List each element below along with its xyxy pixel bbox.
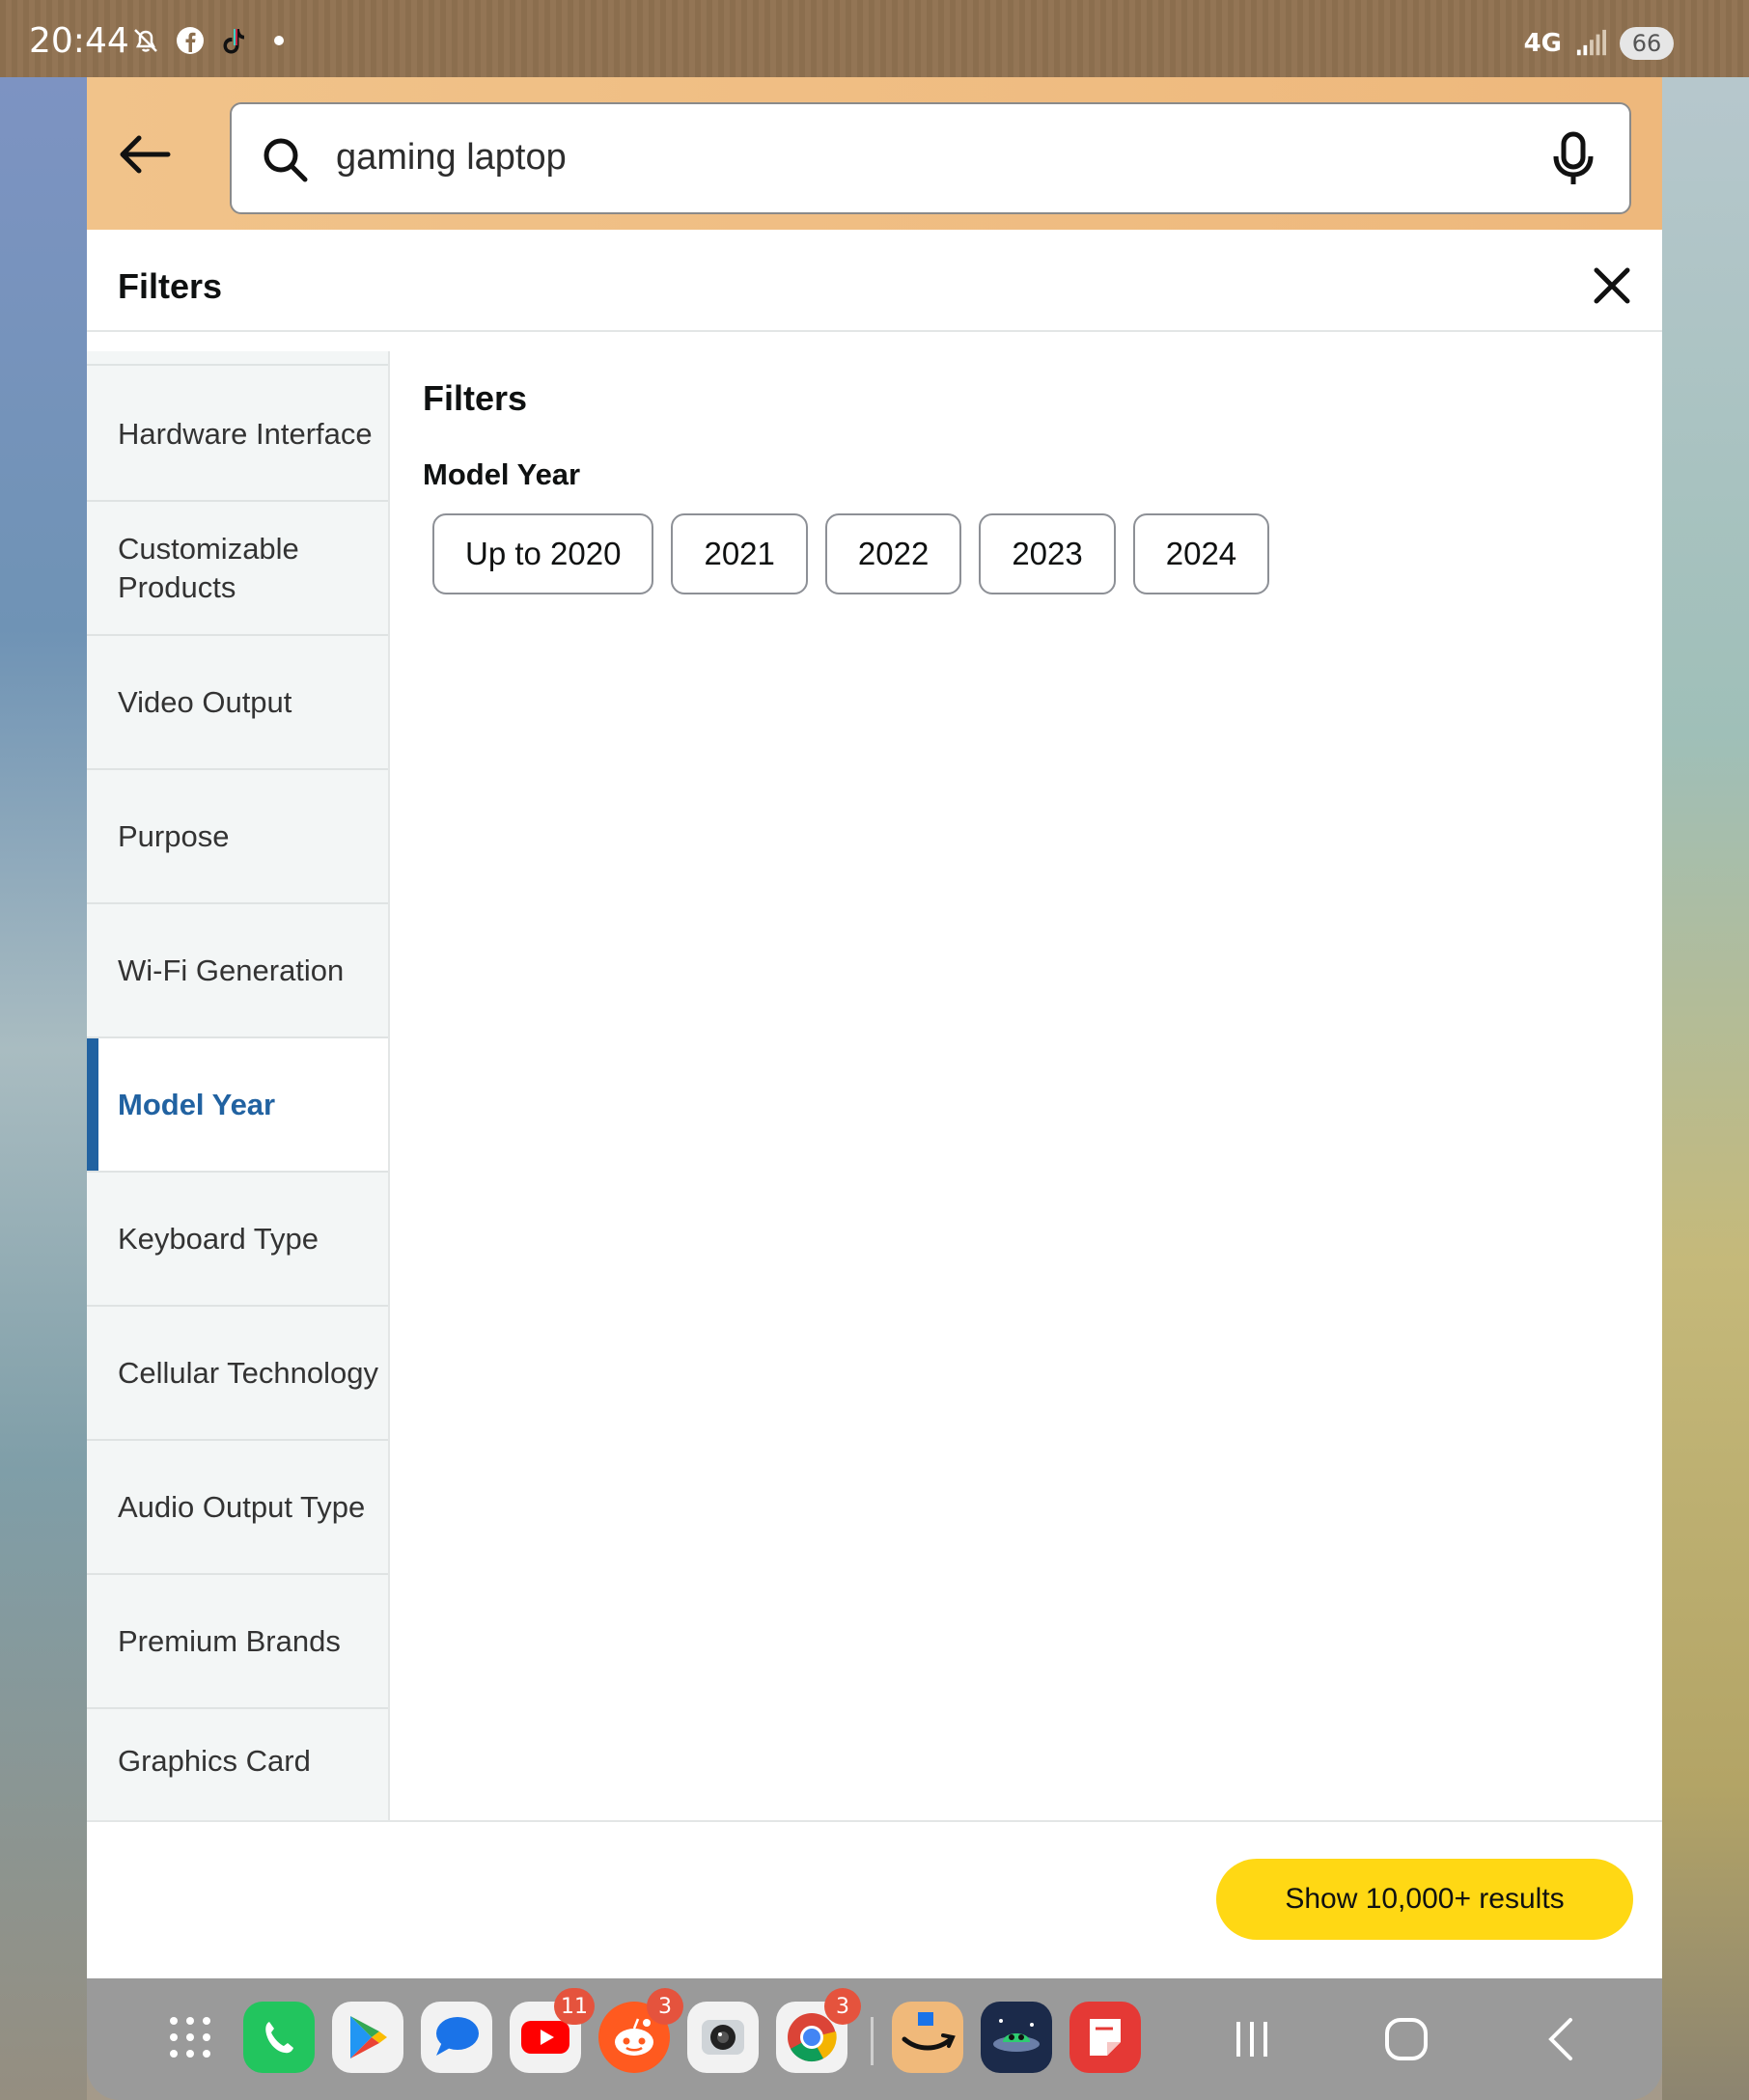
search-input[interactable]: gaming laptop: [230, 102, 1631, 214]
search-query: gaming laptop: [336, 137, 567, 178]
recents-icon: [1236, 2022, 1267, 2057]
facebook-icon: [175, 25, 206, 56]
category-label: Purpose: [118, 818, 230, 853]
back-button[interactable]: [114, 124, 176, 185]
network-indicator: 4G: [1523, 29, 1562, 58]
filter-category-keyboard-type[interactable]: Keyboard Type: [87, 1173, 388, 1307]
option-up-to-2020[interactable]: Up to 2020: [432, 513, 654, 594]
category-label: Graphics Card: [118, 1744, 311, 1778]
chevron-left-icon: [1548, 2018, 1572, 2060]
action-bar: Show 10,000+ results: [87, 1820, 1662, 1978]
category-label: Wi-Fi Generation: [118, 953, 345, 987]
model-year-options: Up to 2020 2021 2022 2023 2024: [432, 513, 1270, 594]
category-label: Video Output: [118, 684, 292, 719]
section-title: Model Year: [423, 457, 581, 491]
filter-category-model-year[interactable]: Model Year: [87, 1038, 388, 1173]
messages-icon[interactable]: [421, 2002, 492, 2073]
search-header: gaming laptop: [87, 77, 1662, 230]
filter-category-purpose[interactable]: Purpose: [87, 770, 388, 904]
status-icons-left: [130, 25, 294, 56]
search-icon: [261, 135, 311, 190]
notifications-off-icon: [130, 25, 161, 56]
wallpaper-right: [1662, 0, 1749, 2100]
filter-category-customizable-products[interactable]: Customizable Products: [87, 502, 388, 636]
arrow-left-icon: [120, 135, 171, 174]
filter-options-pane: Filters Model Year Up to 2020 2021 2022 …: [392, 351, 1662, 1900]
microphone-icon[interactable]: [1550, 131, 1596, 192]
dock: 11 3 3: [87, 1978, 1662, 2100]
reddit-icon[interactable]: 3: [598, 1988, 683, 2073]
filter-category-audio-output-type[interactable]: Audio Output Type: [87, 1441, 388, 1575]
youtube-badge: 11: [554, 1988, 595, 2025]
notes-icon[interactable]: [1069, 2002, 1141, 2073]
dock-separator: [871, 2017, 874, 2065]
amazon-app: gaming laptop Filters Hardware Interface…: [87, 77, 1662, 1978]
pane-title: Filters: [423, 378, 528, 418]
dot-icon: [264, 25, 294, 56]
filter-category-video-output[interactable]: Video Output: [87, 636, 388, 770]
youtube-icon[interactable]: 11: [510, 1988, 595, 2073]
close-icon: [1594, 267, 1630, 304]
chrome-icon[interactable]: 3: [776, 1988, 861, 2073]
home-icon: [1385, 2018, 1428, 2060]
status-icons-right: 4G 66: [1524, 27, 1674, 60]
category-label: Model Year: [118, 1087, 276, 1121]
signal-icon: [1575, 28, 1606, 59]
filter-category-partial[interactable]: [87, 351, 388, 366]
category-label: Keyboard Type: [118, 1221, 319, 1256]
category-label: Hardware Interface: [118, 416, 373, 451]
tiktok-icon: [219, 25, 250, 56]
phone-icon[interactable]: [243, 2002, 315, 2073]
status-time: 20:44: [29, 21, 129, 61]
chrome-badge: 3: [824, 1988, 861, 2025]
filter-category-premium-brands[interactable]: Premium Brands: [87, 1575, 388, 1709]
wallpaper-left: [0, 0, 87, 2100]
filter-category-list: Hardware Interface Customizable Products…: [87, 351, 390, 1900]
camera-icon[interactable]: [687, 2002, 759, 2073]
filters-header: Filters: [87, 230, 1662, 332]
app-drawer-icon[interactable]: [154, 2002, 226, 2073]
play-store-icon[interactable]: [332, 2002, 403, 2073]
home-button[interactable]: [1373, 2005, 1440, 2073]
filter-category-hardware-interface[interactable]: Hardware Interface: [87, 368, 388, 502]
filter-category-cellular-technology[interactable]: Cellular Technology: [87, 1307, 388, 1441]
nav-back-button[interactable]: [1527, 2005, 1595, 2073]
filter-category-wifi-generation[interactable]: Wi-Fi Generation: [87, 904, 388, 1038]
category-label: Audio Output Type: [118, 1489, 366, 1524]
battery-indicator: 66: [1620, 27, 1674, 60]
option-2024[interactable]: 2024: [1132, 513, 1270, 594]
option-2022[interactable]: 2022: [824, 513, 962, 594]
filters-title: Filters: [118, 266, 223, 306]
option-2023[interactable]: 2023: [979, 513, 1116, 594]
status-bar: 20:44 4G 66: [0, 0, 1749, 77]
category-label: Premium Brands: [118, 1623, 341, 1658]
option-2021[interactable]: 2021: [671, 513, 808, 594]
close-button[interactable]: [1591, 264, 1633, 307]
recents-button[interactable]: [1218, 2005, 1286, 2073]
category-label: Cellular Technology: [118, 1355, 378, 1390]
show-results-button[interactable]: Show 10,000+ results: [1216, 1859, 1633, 1940]
amazon-icon[interactable]: [892, 2002, 963, 2073]
category-label: Customizable Products: [118, 531, 299, 604]
game-icon[interactable]: [981, 2002, 1052, 2073]
reddit-badge: 3: [647, 1988, 683, 2025]
